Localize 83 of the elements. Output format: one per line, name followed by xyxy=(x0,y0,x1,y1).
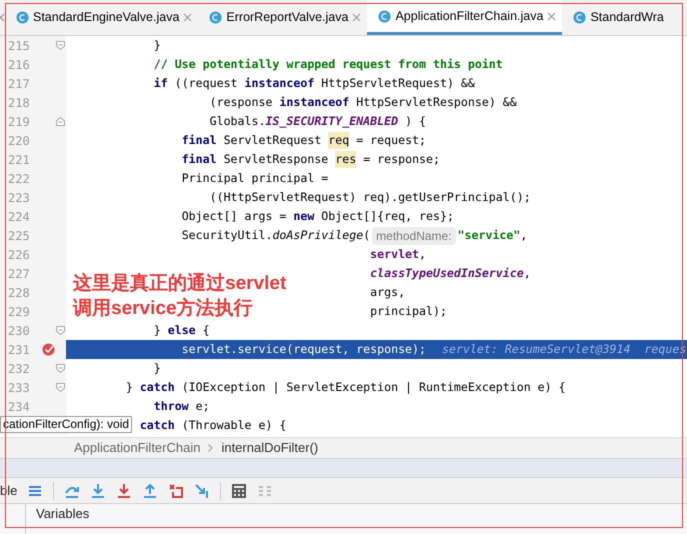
code-text: doAsPrivilege xyxy=(272,226,364,244)
close-icon[interactable] xyxy=(0,13,5,22)
code-text: Object[] args = new Object[]{req, res}; xyxy=(182,208,454,225)
line-number: 219 xyxy=(8,114,31,130)
line-number: 220 xyxy=(8,132,31,150)
line-number: 215 xyxy=(8,38,31,54)
fold-marker-icon[interactable] xyxy=(56,364,65,373)
code-comment: // Use potentially wrapped request from this point xyxy=(154,56,503,73)
line-number: 234 xyxy=(8,398,31,416)
step-out-icon[interactable] xyxy=(142,482,158,498)
line-number: 233 xyxy=(8,380,31,396)
step-into-icon[interactable] xyxy=(90,482,106,498)
code-text: catch (Throwable e) { xyxy=(140,416,286,434)
line-number: 228 xyxy=(8,284,31,302)
code-text: ( xyxy=(363,226,370,244)
calculator-icon[interactable] xyxy=(231,482,248,498)
code-text: if ((request instanceof HttpServletRequest) && xyxy=(154,74,475,92)
close-icon[interactable] xyxy=(547,12,556,20)
class-icon xyxy=(378,10,392,22)
line-number: 217 xyxy=(8,76,31,92)
fold-marker-icon[interactable] xyxy=(56,383,65,392)
code-text: , xyxy=(520,226,528,244)
code-text: , xyxy=(524,264,531,282)
fold-marker-icon[interactable] xyxy=(56,117,65,126)
variables-tab[interactable]: Variables xyxy=(36,505,90,523)
code-text: res xyxy=(335,150,356,168)
code-text: = response; xyxy=(363,150,440,168)
code-text: final ServletResponse xyxy=(182,150,330,168)
line-number: 232 xyxy=(8,360,31,378)
line-number: 230 xyxy=(8,322,31,340)
code-text: Principal principal = xyxy=(182,170,328,187)
code-text: ) { xyxy=(405,112,426,130)
code-text: throw e; xyxy=(154,398,210,415)
code-text: IS_SECURITY_ENABLED xyxy=(265,112,398,130)
editor-tab[interactable]: ErrorReportValve.java xyxy=(198,0,368,35)
line-number: 225 xyxy=(8,228,31,244)
line-number: 223 xyxy=(8,190,31,206)
chevron-icon xyxy=(208,444,214,452)
code-text: } xyxy=(154,36,161,54)
breadcrumb-item[interactable]: ApplicationFilterChain xyxy=(74,438,200,458)
class-icon xyxy=(209,11,222,24)
line-number: 227 xyxy=(8,266,31,282)
breakpoint-icon[interactable] xyxy=(42,343,55,356)
class-icon xyxy=(16,11,29,24)
line-number: 226 xyxy=(8,246,31,264)
code-text: classTypeUsedInService xyxy=(370,264,524,282)
code-text: (response instanceof HttpServletResponse) && xyxy=(210,94,517,111)
line-number: 231 xyxy=(8,342,31,358)
code-text: servlet.service(request, response); xyxy=(182,340,426,358)
code-text: req xyxy=(328,132,350,150)
code-text: Globals. xyxy=(210,112,266,130)
code-text: final ServletRequest xyxy=(182,132,322,149)
fold-marker-icon[interactable] xyxy=(56,326,65,335)
drop-frame-icon[interactable] xyxy=(168,482,184,498)
code-text: } xyxy=(154,360,161,377)
line-number: 222 xyxy=(8,170,31,188)
class-icon xyxy=(573,11,586,24)
code-text: SecurityUtil. xyxy=(182,226,272,244)
line-number: 216 xyxy=(8,56,31,74)
code-text: principal); xyxy=(370,302,447,320)
parameter-hint: methodName: xyxy=(372,226,456,244)
annotation-text: 这里是真正的通过servlet 调用service方法执行 xyxy=(73,272,286,321)
code-text: } else { xyxy=(154,322,210,339)
close-icon[interactable] xyxy=(352,13,362,22)
code-text: } catch (IOException | ServletException | RuntimeException e) { xyxy=(126,378,566,396)
code-text: = request; xyxy=(356,132,426,149)
line-number: 229 xyxy=(8,304,31,320)
code-string: "service" xyxy=(458,226,520,244)
run-to-cursor-icon[interactable] xyxy=(194,482,210,498)
editor-tab[interactable]: StandardWra xyxy=(562,0,670,35)
breadcrumb-item[interactable]: internalDoFilter() xyxy=(221,438,318,458)
line-number: 218 xyxy=(8,94,31,112)
line-number: 224 xyxy=(8,208,31,226)
line-number: 221 xyxy=(8,152,31,168)
force-step-into-icon[interactable] xyxy=(116,482,132,498)
code-text: args, xyxy=(370,284,406,301)
editor-tab[interactable]: ApplicationFilterChain.java xyxy=(367,0,562,35)
code-text: , xyxy=(419,246,426,263)
code-text: ((HttpServletRequest) req).getUserPrincipal(); xyxy=(210,188,531,206)
editor-tab[interactable]: StandardEngineValve.java xyxy=(5,0,198,35)
code-text: servlet xyxy=(370,246,420,263)
fold-marker-icon[interactable] xyxy=(56,41,65,50)
close-icon[interactable] xyxy=(183,13,192,22)
